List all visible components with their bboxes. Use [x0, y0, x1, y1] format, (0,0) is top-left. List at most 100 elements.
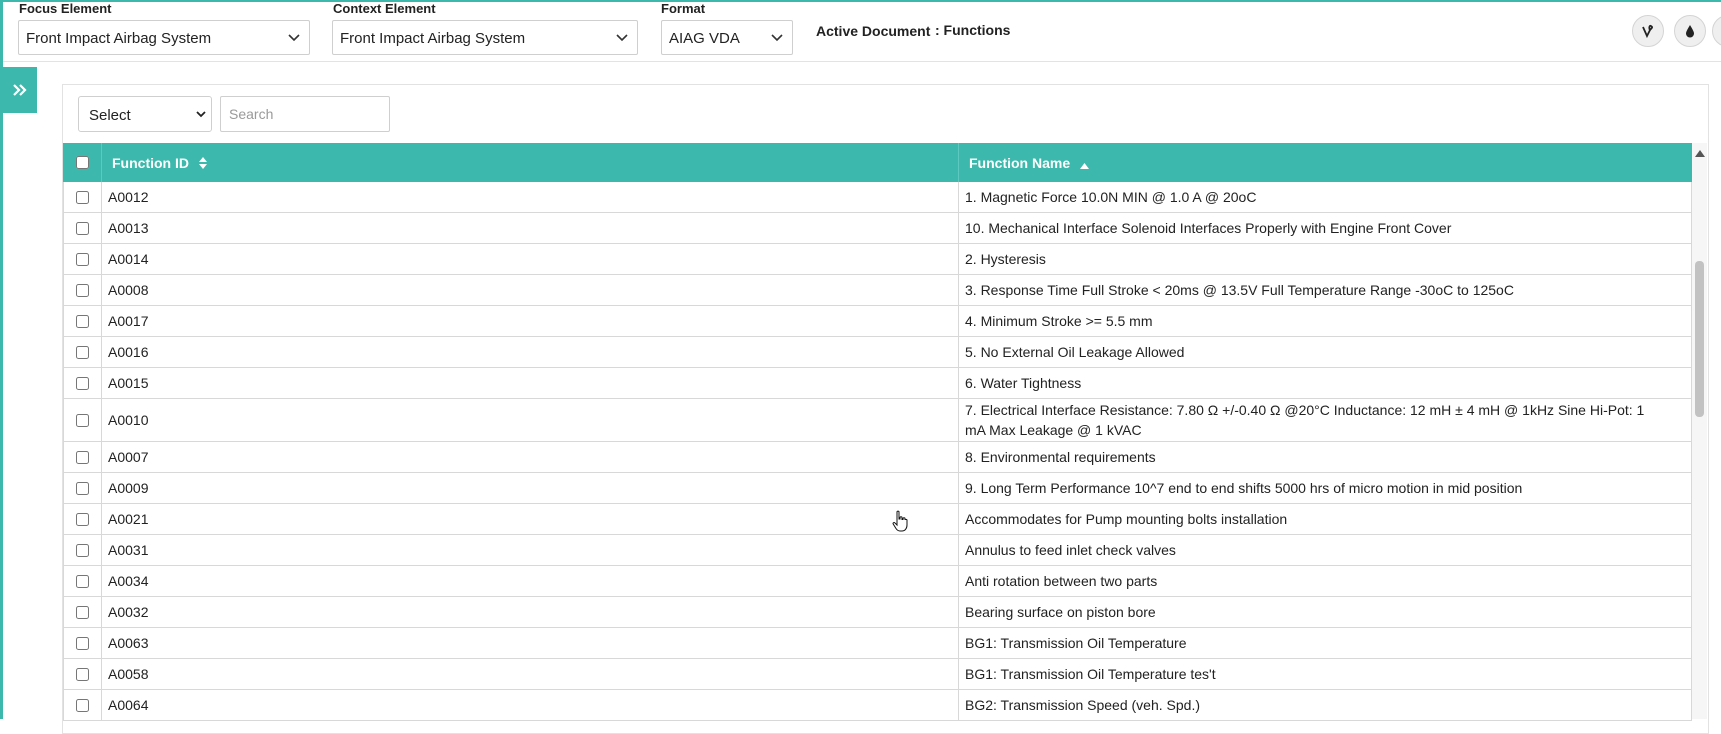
chevron-down-icon [196, 111, 206, 118]
function-id-cell: A0014 [102, 244, 959, 274]
scroll-up-arrow-icon[interactable] [1695, 150, 1705, 157]
row-checkbox[interactable] [76, 667, 89, 681]
column-header-function-id[interactable]: Function ID [102, 143, 959, 182]
row-checkbox-cell [63, 473, 102, 503]
row-checkbox[interactable] [76, 190, 89, 204]
row-checkbox-cell [63, 597, 102, 627]
search-input[interactable] [220, 96, 390, 132]
table-row[interactable]: A0058 BG1: Transmission Oil Temperature … [63, 659, 1692, 690]
function-name-cell: Anti rotation between two parts [959, 566, 1692, 596]
row-checkbox[interactable] [76, 221, 89, 235]
filter-select[interactable]: Select [78, 96, 212, 132]
table-row[interactable]: A0008 3. Response Time Full Stroke < 20m… [63, 275, 1692, 306]
table-row[interactable]: A0015 6. Water Tightness [63, 368, 1692, 399]
row-checkbox-cell [63, 504, 102, 534]
table-row[interactable]: A0021 Accommodates for Pump mounting bol… [63, 504, 1692, 535]
function-name-cell: Accommodates for Pump mounting bolts ins… [959, 504, 1692, 534]
row-checkbox-cell [63, 213, 102, 243]
table-row[interactable]: A0010 7. Electrical Interface Resistance… [63, 399, 1692, 442]
chevron-down-icon [288, 34, 300, 42]
function-id-cell: A0013 [102, 213, 959, 243]
select-all-checkbox[interactable] [75, 156, 89, 169]
active-document-value: : Functions [935, 22, 1011, 38]
function-id-cell: A0016 [102, 337, 959, 367]
function-name-cell: 1. Magnetic Force 10.0N MIN @ 1.0 A @ 20… [959, 182, 1692, 212]
format-select[interactable]: AIAG VDA [661, 20, 793, 55]
row-checkbox-cell [63, 566, 102, 596]
table-scrollbar[interactable] [1692, 143, 1707, 719]
function-id-cell: A0015 [102, 368, 959, 398]
sort-ascending-icon [1080, 163, 1090, 169]
focus-element-label: Focus Element [19, 1, 112, 16]
table-row[interactable]: A0009 9. Long Term Performance 10^7 end … [63, 473, 1692, 504]
table-row[interactable]: A0017 4. Minimum Stroke >= 5.5 mm [63, 306, 1692, 337]
table-row[interactable]: A0007 8. Environmental requirements [63, 442, 1692, 473]
hand-cursor-icon [892, 510, 908, 532]
function-id-cell: A0031 [102, 535, 959, 565]
sidebar-expand-button[interactable] [3, 67, 37, 113]
function-name-cell: 10. Mechanical Interface Solenoid Interf… [959, 213, 1692, 243]
row-checkbox[interactable] [76, 605, 89, 619]
row-checkbox-cell [63, 628, 102, 658]
function-name-cell: Bearing surface on piston bore [959, 597, 1692, 627]
row-checkbox-cell [63, 337, 102, 367]
function-id-cell: A0032 [102, 597, 959, 627]
table-row[interactable]: A0013 10. Mechanical Interface Solenoid … [63, 213, 1692, 244]
row-checkbox[interactable] [76, 314, 89, 328]
row-checkbox-cell [63, 442, 102, 472]
row-checkbox[interactable] [76, 698, 89, 712]
drop-button[interactable] [1674, 15, 1706, 47]
row-checkbox-cell [63, 659, 102, 689]
vine-button[interactable] [1632, 15, 1664, 47]
function-name-cell: 6. Water Tightness [959, 368, 1692, 398]
scrollbar-thumb[interactable] [1695, 261, 1704, 417]
row-checkbox-cell [63, 399, 102, 441]
function-name-cell: 7. Electrical Interface Resistance: 7.80… [959, 399, 1692, 441]
focus-element-value: Front Impact Airbag System [26, 30, 212, 47]
row-checkbox-cell [63, 306, 102, 336]
chevron-down-icon [771, 34, 783, 42]
row-checkbox[interactable] [76, 636, 89, 650]
row-checkbox[interactable] [76, 345, 89, 359]
active-document-label: Active Document [816, 23, 931, 39]
function-name-cell: BG1: Transmission Oil Temperature [959, 628, 1692, 658]
more-button[interactable] [1712, 15, 1721, 47]
row-checkbox[interactable] [76, 574, 89, 588]
table-row[interactable]: A0014 2. Hysteresis [63, 244, 1692, 275]
top-accent-line [0, 0, 1721, 2]
table-row[interactable]: A0063 BG1: Transmission Oil Temperature [63, 628, 1692, 659]
row-checkbox-cell [63, 244, 102, 274]
double-chevron-right-icon [13, 84, 27, 96]
row-checkbox-cell [63, 182, 102, 212]
row-checkbox[interactable] [76, 376, 89, 390]
table-row[interactable]: A0034 Anti rotation between two parts [63, 566, 1692, 597]
function-id-cell: A0012 [102, 182, 959, 212]
function-name-cell: 4. Minimum Stroke >= 5.5 mm [959, 306, 1692, 336]
format-label: Format [661, 1, 706, 16]
function-id-cell: A0063 [102, 628, 959, 658]
row-checkbox-cell [63, 275, 102, 305]
row-checkbox[interactable] [76, 543, 89, 557]
function-id-cell: A0008 [102, 275, 959, 305]
function-name-cell: BG2: Transmission Speed (veh. Spd.) [959, 690, 1692, 720]
row-checkbox[interactable] [76, 512, 89, 526]
row-checkbox[interactable] [76, 252, 89, 266]
select-all-cell [63, 143, 102, 182]
table-row[interactable]: A0031 Annulus to feed inlet check valves [63, 535, 1692, 566]
column-header-function-name[interactable]: Function Name [959, 143, 1692, 182]
function-id-cell: A0009 [102, 473, 959, 503]
row-checkbox[interactable] [76, 450, 89, 464]
table-body: A0012 1. Magnetic Force 10.0N MIN @ 1.0 … [63, 182, 1692, 721]
table-row[interactable]: A0064 BG2: Transmission Speed (veh. Spd.… [63, 690, 1692, 721]
table-row[interactable]: A0012 1. Magnetic Force 10.0N MIN @ 1.0 … [63, 182, 1692, 213]
context-element-select[interactable]: Front Impact Airbag System [332, 20, 638, 55]
table-row[interactable]: A0032 Bearing surface on piston bore [63, 597, 1692, 628]
context-element-value: Front Impact Airbag System [340, 30, 526, 47]
focus-element-select[interactable]: Front Impact Airbag System [18, 20, 310, 55]
row-checkbox[interactable] [76, 481, 89, 495]
table-row[interactable]: A0016 5. No External Oil Leakage Allowed [63, 337, 1692, 368]
row-checkbox[interactable] [76, 413, 89, 427]
row-checkbox[interactable] [76, 283, 89, 297]
format-value: AIAG VDA [669, 30, 740, 47]
context-element-label: Context Element [333, 1, 436, 16]
